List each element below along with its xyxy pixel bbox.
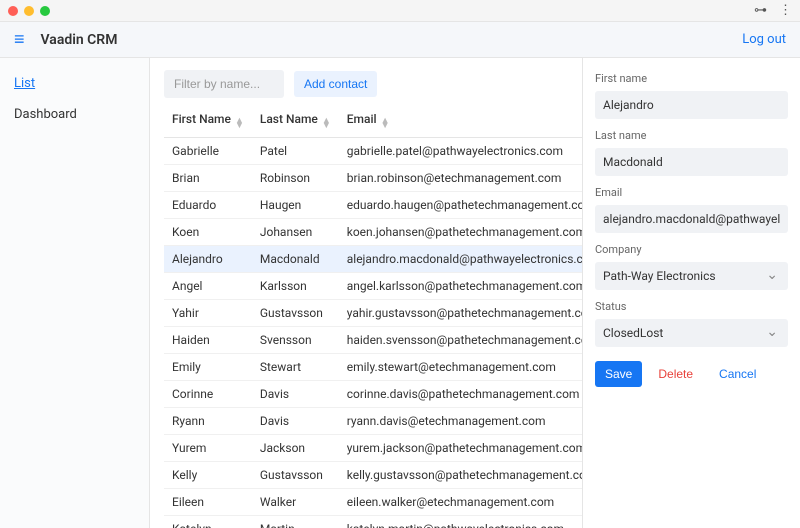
sidebar: List Dashboard <box>0 58 150 528</box>
cancel-button[interactable]: Cancel <box>709 361 766 387</box>
cell-first-name: Haiden <box>164 327 252 354</box>
minimize-window-dot[interactable] <box>24 6 34 16</box>
last-name-label: Last name <box>595 129 788 142</box>
cell-last-name: Stewart <box>252 354 339 381</box>
cell-first-name: Emily <box>164 354 252 381</box>
logout-link[interactable]: Log out <box>742 32 786 47</box>
cell-first-name: Kelly <box>164 462 252 489</box>
close-window-dot[interactable] <box>8 6 18 16</box>
delete-button[interactable]: Delete <box>648 361 703 387</box>
sidebar-item-list[interactable]: List <box>0 72 149 95</box>
cell-last-name: Johansen <box>252 219 339 246</box>
cell-last-name: Patel <box>252 138 339 165</box>
cell-first-name: Koen <box>164 219 252 246</box>
save-button[interactable]: Save <box>595 361 642 387</box>
cell-first-name: Ryann <box>164 408 252 435</box>
cell-last-name: Karlsson <box>252 273 339 300</box>
app-header: ≡ Vaadin CRM Log out <box>0 22 800 58</box>
filter-input[interactable] <box>164 70 284 98</box>
status-label: Status <box>595 300 788 313</box>
contact-form-panel: First name Last name Email Company Statu… <box>582 58 800 528</box>
window-chrome: ⊶ ⋮ <box>0 0 800 22</box>
cell-last-name: Gustavsson <box>252 462 339 489</box>
sort-icon: ▲▼ <box>381 119 390 129</box>
cell-first-name: Yahir <box>164 300 252 327</box>
cell-last-name: Haugen <box>252 192 339 219</box>
status-select[interactable] <box>595 319 788 347</box>
sort-icon: ▲▼ <box>322 119 331 129</box>
key-icon[interactable]: ⊶ <box>754 3 767 18</box>
cell-first-name: Gabrielle <box>164 138 252 165</box>
cell-last-name: Jackson <box>252 435 339 462</box>
cell-last-name: Gustavsson <box>252 300 339 327</box>
cell-last-name: Walker <box>252 489 339 516</box>
app-title: Vaadin CRM <box>41 32 118 48</box>
cell-last-name: Martin <box>252 516 339 528</box>
cell-first-name: Yurem <box>164 435 252 462</box>
cell-first-name: Eduardo <box>164 192 252 219</box>
cell-last-name: Davis <box>252 408 339 435</box>
column-last-name[interactable]: Last Name▲▼ <box>252 104 339 138</box>
cell-first-name: Katelyn <box>164 516 252 528</box>
company-label: Company <box>595 243 788 256</box>
company-select[interactable] <box>595 262 788 290</box>
cell-last-name: Macdonald <box>252 246 339 273</box>
cell-last-name: Robinson <box>252 165 339 192</box>
cell-last-name: Davis <box>252 381 339 408</box>
cell-first-name: Eileen <box>164 489 252 516</box>
column-first-name[interactable]: First Name▲▼ <box>164 104 252 138</box>
cell-first-name: Brian <box>164 165 252 192</box>
hamburger-menu-icon[interactable]: ≡ <box>14 29 25 50</box>
sort-icon: ▲▼ <box>235 119 244 129</box>
add-contact-button[interactable]: Add contact <box>294 71 377 97</box>
cell-first-name: Corinne <box>164 381 252 408</box>
cell-first-name: Alejandro <box>164 246 252 273</box>
kebab-menu-icon[interactable]: ⋮ <box>779 3 792 18</box>
first-name-input[interactable] <box>595 91 788 119</box>
sidebar-item-dashboard[interactable]: Dashboard <box>0 103 149 126</box>
maximize-window-dot[interactable] <box>40 6 50 16</box>
email-input[interactable] <box>595 205 788 233</box>
last-name-input[interactable] <box>595 148 788 176</box>
cell-first-name: Angel <box>164 273 252 300</box>
email-label: Email <box>595 186 788 199</box>
cell-last-name: Svensson <box>252 327 339 354</box>
first-name-label: First name <box>595 72 788 85</box>
